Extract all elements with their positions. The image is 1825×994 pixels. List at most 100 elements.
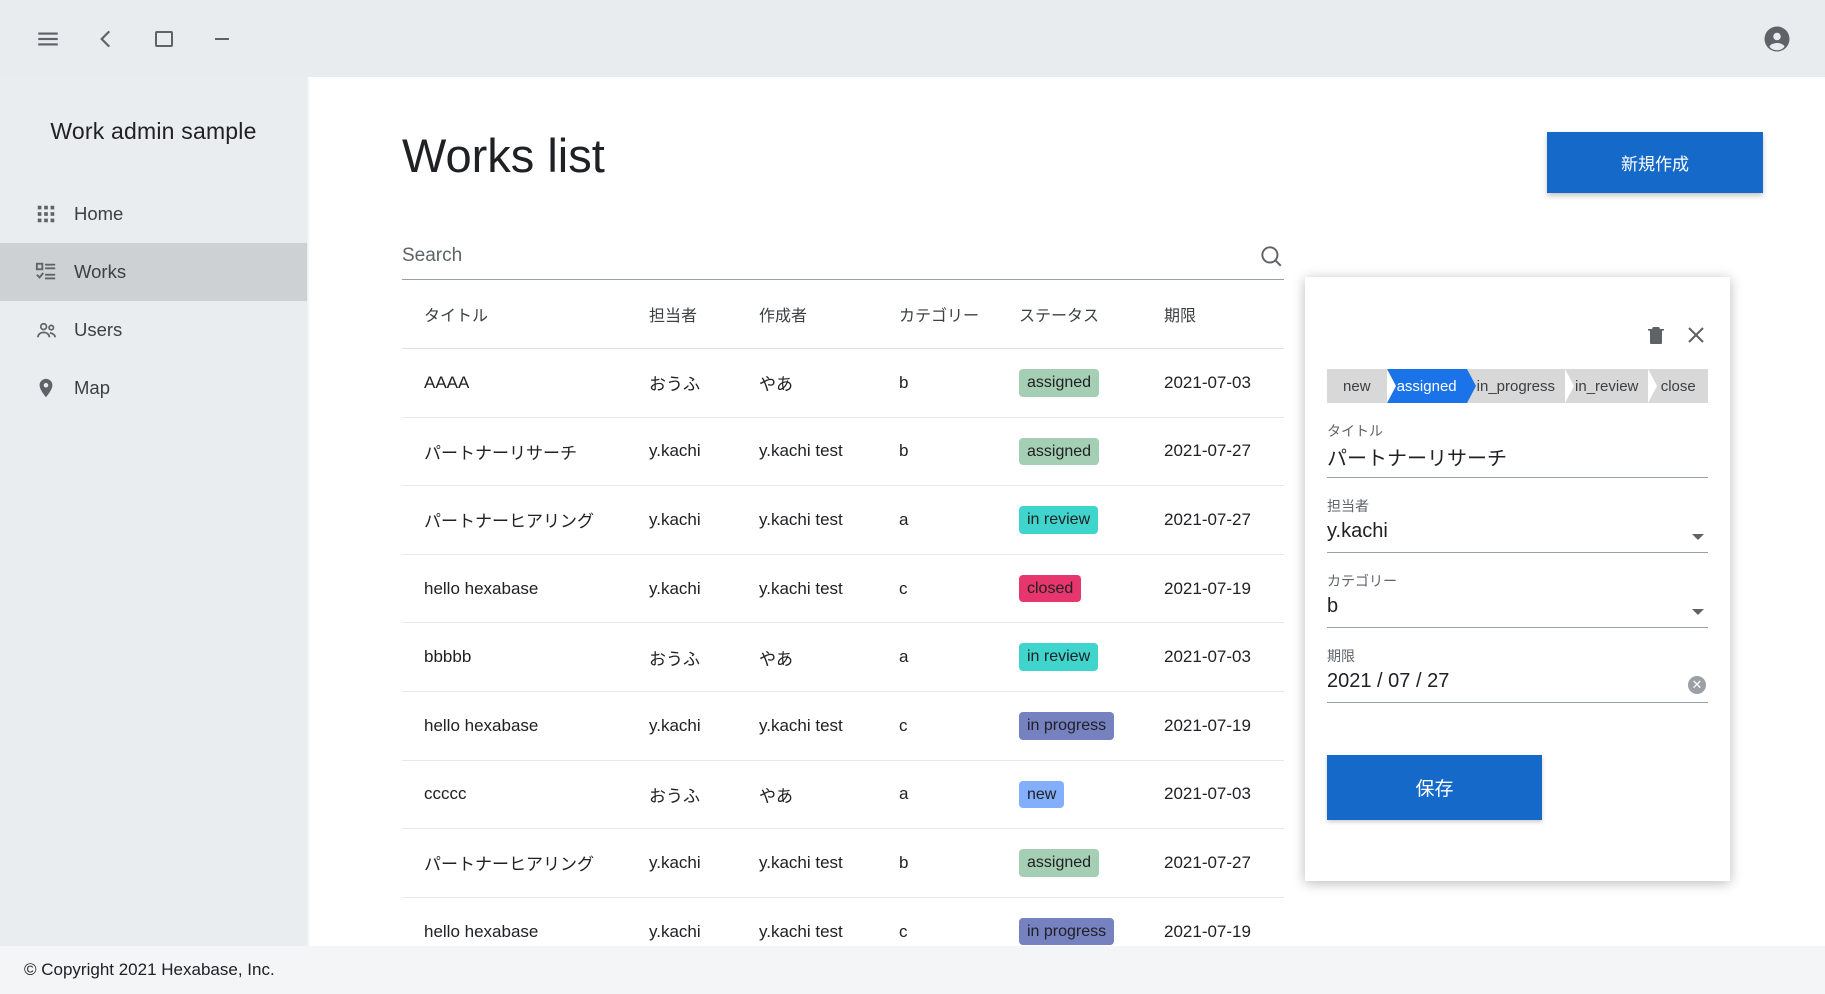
row-status-cell: closed bbox=[997, 554, 1142, 624]
row-creator: y.kachi test bbox=[737, 554, 877, 624]
category-select[interactable]: b bbox=[1327, 595, 1708, 628]
page-header: Works list 新規作成 bbox=[307, 77, 1825, 193]
search-input[interactable] bbox=[402, 245, 1258, 267]
row-creator: y.kachi test bbox=[737, 897, 877, 947]
new-record-button[interactable]: 新規作成 bbox=[1547, 132, 1763, 193]
row-status-cell: in review bbox=[997, 485, 1142, 555]
sidebar: Work admin sample Home Works Users Map bbox=[0, 77, 307, 994]
row-due: 2021-07-27 bbox=[1142, 828, 1284, 898]
table-row[interactable]: hello hexabase y.kachi y.kachi test c in pro… bbox=[402, 691, 1284, 761]
column-header-creator[interactable]: 作成者 bbox=[737, 280, 877, 349]
due-date-input[interactable] bbox=[1327, 670, 1708, 703]
status-step-in_review[interactable]: in_review bbox=[1565, 369, 1658, 403]
status-step-in_progress[interactable]: in_progress bbox=[1466, 369, 1575, 403]
column-header-status[interactable]: ステータス bbox=[997, 280, 1142, 349]
sidebar-item-home[interactable]: Home bbox=[0, 185, 307, 243]
row-status-cell: in progress bbox=[997, 691, 1142, 761]
status-badge: in progress bbox=[1019, 711, 1115, 740]
sidebar-item-label: Home bbox=[74, 203, 124, 224]
row-title: ccccc bbox=[402, 760, 627, 830]
table-header: タイトル 担当者 作成者 カテゴリー ステータス 期限 bbox=[402, 280, 1284, 349]
back-icon[interactable] bbox=[82, 15, 130, 63]
column-header-category[interactable]: カテゴリー bbox=[877, 280, 997, 349]
row-creator: やあ bbox=[737, 760, 877, 830]
sidebar-item-label: Map bbox=[74, 377, 110, 398]
row-creator: やあ bbox=[737, 348, 877, 418]
field-assignee: 担当者 y.kachi bbox=[1327, 496, 1708, 553]
field-assignee-label: 担当者 bbox=[1327, 498, 1369, 514]
search-icon[interactable] bbox=[1258, 243, 1284, 269]
table-row[interactable]: ccccc おうふ やあ a new 2021-07-03 bbox=[402, 760, 1284, 830]
clear-date-icon[interactable]: ✕ bbox=[1688, 676, 1706, 694]
row-title: hello hexabase bbox=[402, 554, 627, 624]
row-assignee: おうふ bbox=[627, 348, 737, 418]
search-bar bbox=[402, 243, 1284, 280]
row-creator: y.kachi test bbox=[737, 417, 877, 487]
row-due: 2021-07-27 bbox=[1142, 485, 1284, 555]
table-row[interactable]: パートナーヒアリング y.kachi y.kachi test b assigned 20… bbox=[402, 828, 1284, 898]
row-title: hello hexabase bbox=[402, 897, 627, 947]
status-badge: closed bbox=[1019, 574, 1082, 603]
status-step-assigned[interactable]: assigned bbox=[1386, 369, 1476, 403]
column-header-due[interactable]: 期限 bbox=[1142, 280, 1284, 349]
field-due-date: 期限 ✕ bbox=[1327, 646, 1708, 703]
row-category: a bbox=[877, 760, 997, 830]
assignee-select[interactable]: y.kachi bbox=[1327, 520, 1708, 553]
row-assignee: y.kachi bbox=[627, 691, 737, 761]
row-due: 2021-07-03 bbox=[1142, 622, 1284, 692]
row-category: c bbox=[877, 691, 997, 761]
row-category: b bbox=[877, 417, 997, 487]
status-step-new[interactable]: new bbox=[1327, 369, 1396, 403]
row-title: AAAA bbox=[402, 348, 627, 418]
chevron-down-icon[interactable] bbox=[1692, 534, 1704, 540]
row-category: a bbox=[877, 622, 997, 692]
row-due: 2021-07-03 bbox=[1142, 348, 1284, 418]
field-category: カテゴリー b bbox=[1327, 571, 1708, 628]
table-row[interactable]: bbbbb おうふ やあ a in review 2021-07-03 bbox=[402, 622, 1284, 692]
chevron-down-icon[interactable] bbox=[1692, 609, 1704, 615]
table-row[interactable]: パートナーヒアリング y.kachi y.kachi test a in review 2… bbox=[402, 485, 1284, 555]
location-pin-icon bbox=[18, 377, 74, 399]
table-row[interactable]: hello hexabase y.kachi y.kachi test c closed… bbox=[402, 554, 1284, 624]
menu-icon[interactable] bbox=[24, 15, 72, 63]
close-icon[interactable] bbox=[1684, 323, 1708, 347]
row-category: c bbox=[877, 897, 997, 947]
row-category: a bbox=[877, 485, 997, 555]
app-brand-title: Work admin sample bbox=[50, 117, 257, 144]
row-title: パートナーリサーチ bbox=[402, 417, 627, 487]
sidebar-item-map[interactable]: Map bbox=[0, 359, 307, 417]
table-row[interactable]: hello hexabase y.kachi y.kachi test c in pro… bbox=[402, 897, 1284, 947]
status-badge: assigned bbox=[1019, 437, 1100, 466]
row-title: hello hexabase bbox=[402, 691, 627, 761]
field-category-label: カテゴリー bbox=[1327, 573, 1397, 589]
window-icon[interactable] bbox=[140, 15, 188, 63]
column-header-title[interactable]: タイトル bbox=[402, 280, 627, 349]
row-category: b bbox=[877, 348, 997, 418]
row-category: c bbox=[877, 554, 997, 624]
row-title: パートナーヒアリング bbox=[402, 485, 627, 555]
table-row[interactable]: AAAA おうふ やあ b assigned 2021-07-03 bbox=[402, 348, 1284, 418]
save-button[interactable]: 保存 bbox=[1327, 755, 1542, 820]
row-due: 2021-07-27 bbox=[1142, 417, 1284, 487]
table-body: AAAA おうふ やあ b assigned 2021-07-03 パートナーリサーチ y.k… bbox=[402, 348, 1284, 947]
sidebar-item-label: Users bbox=[74, 319, 123, 340]
minimize-icon[interactable] bbox=[198, 15, 246, 63]
copyright-text: © Copyright 2021 Hexabase, Inc. bbox=[24, 960, 275, 979]
status-badge: in review bbox=[1019, 643, 1099, 671]
account-circle-icon[interactable] bbox=[1753, 15, 1801, 63]
row-status-cell: assigned bbox=[997, 348, 1142, 418]
row-status-cell: assigned bbox=[997, 417, 1142, 487]
sidebar-item-works[interactable]: Works bbox=[0, 243, 307, 301]
sidebar-item-users[interactable]: Users bbox=[0, 301, 307, 359]
column-header-assignee[interactable]: 担当者 bbox=[627, 280, 737, 349]
row-status-cell: new bbox=[997, 760, 1142, 830]
table-row[interactable]: パートナーリサーチ y.kachi y.kachi test b assigned 202… bbox=[402, 417, 1284, 487]
row-assignee: y.kachi bbox=[627, 417, 737, 487]
row-category: b bbox=[877, 828, 997, 898]
row-assignee: y.kachi bbox=[627, 554, 737, 624]
title-input[interactable] bbox=[1327, 445, 1708, 478]
field-title: タイトル bbox=[1327, 421, 1708, 478]
panel-actions bbox=[1327, 277, 1708, 347]
trash-icon[interactable] bbox=[1644, 323, 1668, 347]
footer: © Copyright 2021 Hexabase, Inc. bbox=[0, 946, 1825, 994]
